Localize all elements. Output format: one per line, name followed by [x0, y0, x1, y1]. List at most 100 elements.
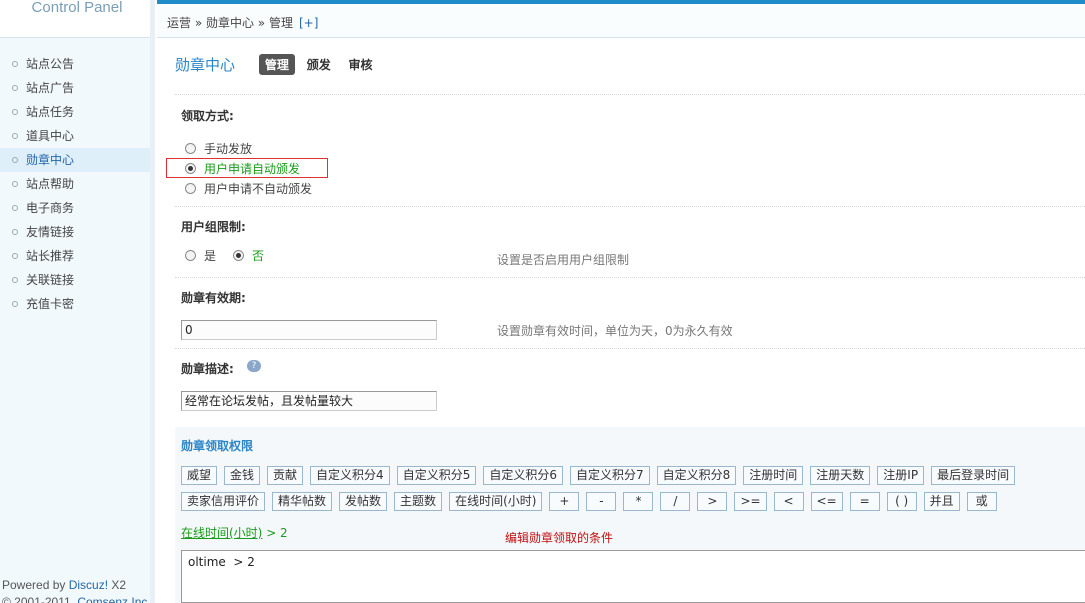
powered-brand-link[interactable]: Discuz! — [69, 578, 108, 592]
cond-button-online-time[interactable]: 在线时间(小时) — [449, 492, 543, 511]
op-button-lt[interactable]: < — [773, 492, 804, 511]
bullet-icon — [12, 60, 18, 67]
op-button-parens[interactable]: ( ) — [886, 492, 917, 511]
sidebar-item-ecommerce[interactable]: 电子商务 — [0, 196, 154, 220]
bullet-icon — [12, 180, 18, 187]
cond-button-posts[interactable]: 发帖数 — [339, 492, 388, 511]
bullet-icon — [12, 204, 18, 211]
control-panel-logo: Control Panel — [0, 0, 154, 38]
cond-button-regdate[interactable]: 注册时间 — [743, 466, 804, 485]
help-bubble-icon[interactable]: ? — [247, 360, 261, 372]
claim-method-label: 领取方式: — [181, 109, 234, 123]
page-header: 勋章中心 管理 颁发 审核 — [175, 54, 381, 76]
op-button-divide[interactable]: / — [660, 492, 691, 511]
radio-icon[interactable] — [185, 143, 196, 154]
cond-button-threads[interactable]: 主题数 — [394, 492, 443, 511]
sidebar-item-label: 勋章中心 — [26, 153, 75, 167]
cond-button-lastlogin[interactable]: 最后登录时间 — [931, 466, 1016, 485]
top-bar: 运营 » 勋章中心 » 管理 [+] — [157, 0, 1085, 38]
description-input[interactable]: 经常在论坛发帖，且发帖量较大 — [181, 391, 437, 411]
op-button-multiply[interactable]: * — [623, 492, 654, 511]
sidebar-item-recharge-cards[interactable]: 充值卡密 — [0, 292, 154, 316]
cond-button-extcredit7[interactable]: 自定义积分7 — [569, 466, 650, 485]
radio-no-auto-award[interactable]: 用户申请不自动颁发 — [185, 181, 312, 197]
tab-award[interactable]: 颁发 — [301, 54, 337, 75]
bullet-icon — [12, 276, 18, 283]
sidebar-item-medals[interactable]: 勋章中心 — [0, 148, 154, 172]
radio-selected-icon[interactable] — [185, 163, 196, 174]
expression-field-link[interactable]: 在线时间(小时) — [181, 526, 262, 540]
radio-icon[interactable] — [185, 183, 196, 194]
sidebar: Control Panel 站点公告 站点广告 站点任务 道具中心 勋章中心 站… — [0, 0, 155, 603]
cond-button-seller-rating[interactable]: 卖家信用评价 — [181, 492, 266, 511]
tab-review[interactable]: 审核 — [343, 54, 379, 75]
copyright-prefix: © 2001-2011, — [2, 595, 78, 603]
powered-prefix: Powered by — [2, 578, 69, 592]
bullet-icon — [12, 132, 18, 139]
main-content: 勋章中心 管理 颁发 审核 领取方式: 手动发放 用户申请自动颁发 用户申请不自… — [157, 38, 1085, 603]
sidebar-item-label: 充值卡密 — [26, 297, 75, 311]
op-button-or[interactable]: 或 — [966, 492, 997, 511]
radio-manual[interactable]: 手动发放 — [185, 141, 252, 157]
divider — [175, 348, 1085, 349]
radio-selected-icon[interactable] — [233, 250, 244, 261]
condition-note: 编辑勋章领取的条件 — [505, 531, 614, 545]
validity-label: 勋章有效期: — [181, 291, 246, 305]
op-button-lte[interactable]: <= — [810, 492, 843, 511]
cond-button-extcredit8[interactable]: 自定义积分8 — [656, 466, 737, 485]
radio-auto-award[interactable]: 用户申请自动颁发 — [185, 161, 300, 177]
cond-button-digest-posts[interactable]: 精华帖数 — [272, 492, 333, 511]
sidebar-item-props[interactable]: 道具中心 — [0, 124, 154, 148]
op-button-plus[interactable]: + — [549, 492, 580, 511]
sidebar-item-label: 电子商务 — [26, 201, 75, 215]
sidebar-item-related-links[interactable]: 关联链接 — [0, 268, 154, 292]
permission-title: 勋章领取权限 — [181, 439, 254, 453]
sidebar-item-label: 友情链接 — [26, 225, 75, 239]
powered-by: Powered by Discuz! X2 — [2, 578, 126, 592]
cond-button-extcredit4[interactable]: 自定义积分4 — [310, 466, 390, 485]
add-shortcut-link[interactable]: [+] — [299, 16, 318, 30]
page-title: 勋章中心 — [175, 56, 236, 74]
cond-button-extcredit6[interactable]: 自定义积分6 — [483, 466, 563, 485]
cond-button-prestige[interactable]: 威望 — [181, 466, 218, 485]
powered-version: X2 — [108, 578, 127, 592]
op-button-and[interactable]: 并且 — [923, 492, 960, 511]
sidebar-scrollbar[interactable] — [150, 0, 155, 603]
tab-manage[interactable]: 管理 — [258, 54, 295, 75]
cond-button-regdays[interactable]: 注册天数 — [810, 466, 871, 485]
divider — [175, 206, 1085, 207]
validity-hint: 设置勋章有效时间，单位为天，0为永久有效 — [497, 324, 733, 338]
condition-buttons-row-2: 卖家信用评价 精华帖数 发帖数 主题数 在线时间(小时) + - * / > >= < <= = ( ) 并且… — [181, 492, 1004, 512]
bullet-icon — [12, 156, 18, 163]
cond-button-extcredit5[interactable]: 自定义积分5 — [396, 466, 477, 485]
sidebar-item-friend-links[interactable]: 友情链接 — [0, 220, 154, 244]
radio-icon[interactable] — [185, 250, 196, 261]
condition-textarea[interactable]: oltime > 2 — [181, 550, 1085, 603]
op-button-eq[interactable]: = — [849, 492, 880, 511]
divider — [175, 94, 1085, 95]
sidebar-item-recommend[interactable]: 站长推荐 — [0, 244, 154, 268]
bullet-icon — [12, 228, 18, 235]
copyright: © 2001-2011, Comsenz Inc. — [2, 595, 151, 603]
op-button-gte[interactable]: >= — [734, 492, 767, 511]
op-button-gt[interactable]: > — [697, 492, 728, 511]
sidebar-item-ads[interactable]: 站点广告 — [0, 76, 154, 100]
radio-label: 用户申请自动颁发 — [204, 162, 301, 176]
cond-button-regip[interactable]: 注册IP — [877, 466, 925, 485]
copyright-brand-link[interactable]: Comsenz Inc. — [77, 595, 150, 603]
sidebar-item-help[interactable]: 站点帮助 — [0, 172, 154, 196]
radio-group-limit-yes[interactable]: 是 — [185, 248, 216, 264]
bullet-icon — [12, 84, 18, 91]
bullet-icon — [12, 300, 18, 307]
permission-section: 勋章领取权限 威望 金钱 贡献 自定义积分4 自定义积分5 自定义积分6 自定义积分7 自定义… — [175, 427, 1085, 603]
cond-button-money[interactable]: 金钱 — [224, 466, 261, 485]
sidebar-item-tasks[interactable]: 站点任务 — [0, 100, 154, 124]
sidebar-item-announcements[interactable]: 站点公告 — [0, 52, 154, 76]
breadcrumb-text: 运营 » 勋章中心 » 管理 — [167, 16, 293, 30]
sidebar-item-label: 站点任务 — [26, 105, 75, 119]
cond-button-contribution[interactable]: 贡献 — [267, 466, 304, 485]
group-limit-hint: 设置是否启用用户组限制 — [497, 253, 630, 267]
op-button-minus[interactable]: - — [586, 492, 617, 511]
validity-input[interactable]: 0 — [181, 320, 437, 340]
radio-group-limit-no[interactable]: 否 — [233, 248, 264, 264]
